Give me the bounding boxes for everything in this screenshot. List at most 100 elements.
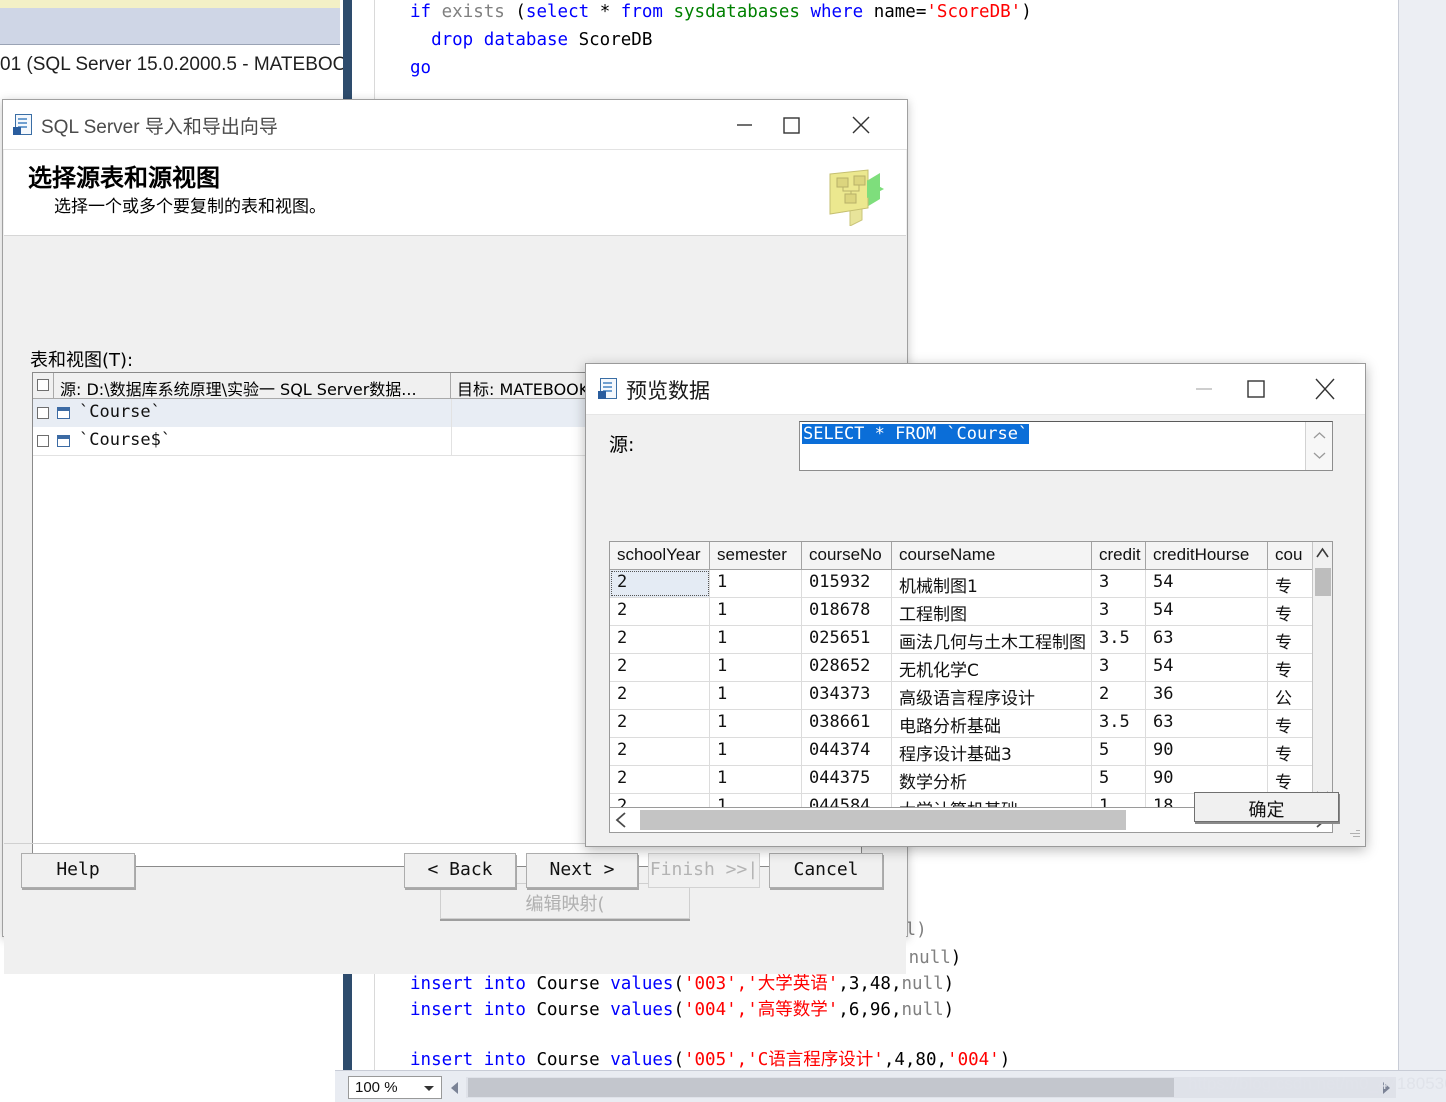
select-all-header[interactable] <box>33 373 54 398</box>
back-button[interactable]: < Back <box>404 853 516 888</box>
grid-cell[interactable]: 程序设计基础3 <box>892 738 1092 765</box>
row-checkbox[interactable] <box>37 435 49 447</box>
grid-cell[interactable]: 2 <box>610 794 710 807</box>
grid-cell[interactable]: 2 <box>610 710 710 737</box>
maximize-icon[interactable] <box>768 100 814 149</box>
grid-cell[interactable]: 机械制图1 <box>892 570 1092 597</box>
preview-data-grid[interactable]: schoolYear semester courseNo courseName cred… <box>609 541 1333 808</box>
minimize-icon[interactable] <box>721 100 767 149</box>
wizard-title-bar[interactable]: SQL Server 导入和导出向导 <box>3 100 907 150</box>
grid-cell[interactable]: 3 <box>1092 654 1146 681</box>
grid-row[interactable]: 2 1 015932 机械制图1 3 54 专 <box>610 570 1314 598</box>
grid-cell[interactable]: 54 <box>1146 570 1268 597</box>
grid-cell[interactable]: 90 <box>1146 766 1268 793</box>
grid-column-header[interactable]: semester <box>710 542 802 569</box>
grid-cell[interactable]: 1 <box>710 626 802 653</box>
edit-mappings-button[interactable]: 编辑映射( <box>440 883 690 919</box>
grid-cell[interactable]: 专 <box>1268 654 1314 681</box>
grid-vscroll-thumb[interactable] <box>1315 568 1331 596</box>
grid-cell[interactable]: 专 <box>1268 738 1314 765</box>
grid-cell[interactable]: 54 <box>1146 598 1268 625</box>
grid-cell[interactable]: 电路分析基础 <box>892 710 1092 737</box>
next-button[interactable]: Next > <box>526 853 638 888</box>
grid-cell[interactable]: 专 <box>1268 626 1314 653</box>
grid-column-header[interactable]: courseName <box>892 542 1092 569</box>
grid-cell[interactable]: 2 <box>1092 682 1146 709</box>
source-query-textarea[interactable]: SELECT * FROM `Course` <box>799 421 1333 471</box>
grid-cell[interactable]: 5 <box>1092 738 1146 765</box>
grid-cell[interactable]: 1 <box>1092 794 1146 807</box>
zoom-level-dropdown[interactable]: 100 % <box>348 1076 442 1099</box>
help-button[interactable]: Help <box>21 853 135 888</box>
grid-cell[interactable]: 63 <box>1146 626 1268 653</box>
grid-cell[interactable]: 63 <box>1146 710 1268 737</box>
grid-cell[interactable]: 36 <box>1146 682 1268 709</box>
grid-cell[interactable]: 2 <box>610 766 710 793</box>
grid-cell[interactable]: 025651 <box>802 626 892 653</box>
grid-cell[interactable]: 018678 <box>802 598 892 625</box>
grid-row[interactable]: 2 1 044374 程序设计基础3 5 90 专 <box>610 738 1314 766</box>
grid-row[interactable]: 2 1 028652 无机化学C 3 54 专 <box>610 654 1314 682</box>
grid-cell[interactable]: 数学分析 <box>892 766 1092 793</box>
grid-cell[interactable]: 2 <box>610 598 710 625</box>
grid-cell[interactable]: 2 <box>610 626 710 653</box>
grid-cell[interactable]: 专 <box>1268 710 1314 737</box>
grid-cell[interactable]: 1 <box>710 794 802 807</box>
grid-cell[interactable]: 2 <box>610 682 710 709</box>
grid-cell[interactable]: 044374 <box>802 738 892 765</box>
preview-ok-button[interactable]: 确定 <box>1194 792 1339 822</box>
grid-vertical-scrollbar[interactable] <box>1312 542 1332 807</box>
grid-cell[interactable]: 画法几何与土木工程制图 <box>892 626 1092 653</box>
grid-cell[interactable]: 90 <box>1146 738 1268 765</box>
grid-cell[interactable]: 1 <box>710 598 802 625</box>
maximize-icon[interactable] <box>1233 364 1279 413</box>
grid-cell[interactable]: 2 <box>610 570 710 597</box>
grid-cell[interactable]: 038661 <box>802 710 892 737</box>
source-query-scrollbar[interactable] <box>1305 422 1332 470</box>
grid-cell[interactable]: 专 <box>1268 766 1314 793</box>
grid-cell[interactable]: 044584 <box>802 794 892 807</box>
minimize-icon[interactable] <box>1181 364 1227 413</box>
grid-cell[interactable]: 1 <box>710 654 802 681</box>
close-icon[interactable] <box>1299 364 1351 413</box>
grid-cell[interactable]: 大学计算机基础 <box>892 794 1092 807</box>
preview-title-bar[interactable]: 预览数据 <box>586 364 1365 415</box>
grid-cell[interactable]: 高级语言程序设计 <box>892 682 1092 709</box>
grid-cell[interactable]: 5 <box>1092 766 1146 793</box>
grid-cell[interactable]: 1 <box>710 766 802 793</box>
grid-column-header[interactable]: schoolYear <box>610 542 710 569</box>
row-checkbox[interactable] <box>37 407 49 419</box>
grid-cell[interactable]: 3 <box>1092 598 1146 625</box>
grid-column-header[interactable]: creditHourse <box>1146 542 1268 569</box>
horizontal-scrollbar-thumb[interactable] <box>468 1078 1174 1097</box>
grid-cell[interactable]: 54 <box>1146 654 1268 681</box>
cancel-button[interactable]: Cancel <box>769 853 883 888</box>
grid-cell[interactable]: 工程制图 <box>892 598 1092 625</box>
close-icon[interactable] <box>835 100 887 149</box>
resize-grip-icon[interactable] <box>1346 825 1360 839</box>
hscroll-left-button[interactable] <box>446 1077 464 1098</box>
grid-cell[interactable]: 1 <box>710 682 802 709</box>
grid-hscroll-thumb[interactable] <box>640 810 1126 830</box>
grid-cell[interactable]: 044375 <box>802 766 892 793</box>
grid-row[interactable]: 2 1 038661 电路分析基础 3.5 63 专 <box>610 710 1314 738</box>
grid-cell[interactable]: 3.5 <box>1092 626 1146 653</box>
grid-row[interactable]: 2 1 018678 工程制图 3 54 专 <box>610 598 1314 626</box>
grid-row[interactable]: 2 1 025651 画法几何与土木工程制图 3.5 63 专 <box>610 626 1314 654</box>
grid-cell[interactable]: 专 <box>1268 570 1314 597</box>
grid-cell[interactable]: 1 <box>710 570 802 597</box>
select-all-checkbox[interactable] <box>37 379 49 391</box>
grid-column-header[interactable]: cou <box>1268 542 1314 569</box>
column-header-source[interactable]: 源: D:\数据库系统原理\实验一 SQL Server数据... <box>54 373 451 399</box>
grid-cell[interactable]: 034373 <box>802 682 892 709</box>
ssms-tab-strip[interactable] <box>0 8 340 45</box>
grid-cell[interactable]: 3.5 <box>1092 710 1146 737</box>
grid-row[interactable]: 2 1 044375 数学分析 5 90 专 <box>610 766 1314 794</box>
grid-cell[interactable]: 2 <box>610 654 710 681</box>
grid-cell[interactable]: 公 <box>1268 682 1314 709</box>
grid-cell[interactable]: 1 <box>710 710 802 737</box>
grid-cell[interactable]: 2 <box>610 738 710 765</box>
grid-column-header[interactable]: courseNo <box>802 542 892 569</box>
grid-cell[interactable]: 1 <box>710 738 802 765</box>
grid-cell[interactable]: 专 <box>1268 598 1314 625</box>
